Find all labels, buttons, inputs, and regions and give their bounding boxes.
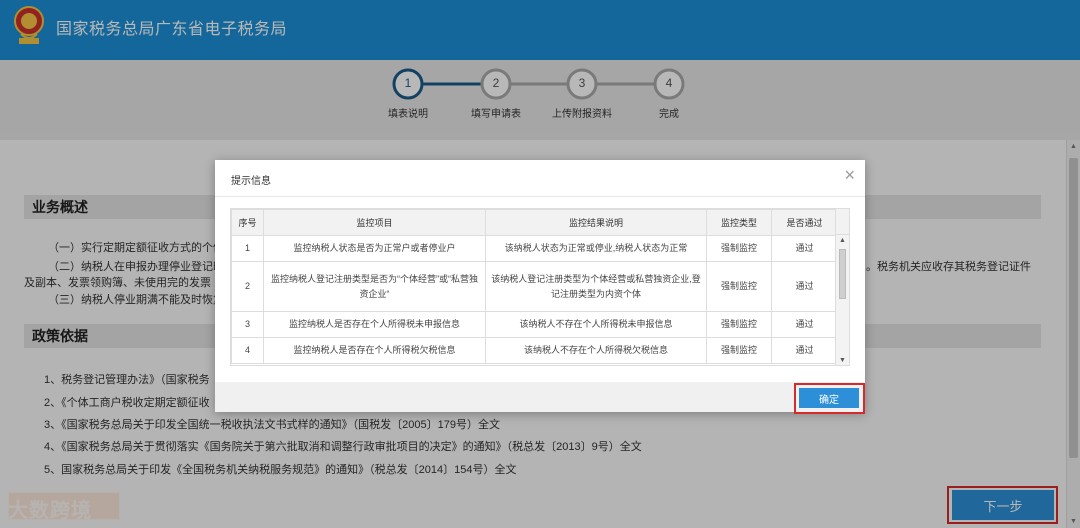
table-row: 4 监控纳税人是否存在个人所得税欠税信息 该纳税人不存在个人所得税欠税信息 强制…: [231, 337, 838, 364]
table-cell: 该纳税人登记注册类型为个体经营或私营独资企业,登记注册类型为内资个体: [485, 261, 707, 312]
table-cell: 该纳税人不存在个人所得税欠税信息: [485, 337, 707, 364]
table-row: 2 监控纳税人登记注册类型是否为“个体经营”或“私营独资企业“ 该纳税人登记注册…: [231, 261, 838, 312]
table-cell: 强制监控: [706, 337, 772, 364]
table-cell: 强制监控: [706, 311, 772, 338]
dialog-divider: [215, 196, 865, 197]
table-cell: 监控纳税人是否存在个人所得税未申报信息: [263, 311, 486, 338]
table-cell: 通过: [771, 235, 838, 262]
column-header: 序号: [231, 209, 264, 236]
table-header-pad: [835, 209, 849, 235]
column-header: 监控结果说明: [485, 209, 707, 236]
arrow-down-icon[interactable]: ▼: [839, 357, 846, 364]
column-header: 监控类型: [706, 209, 772, 236]
table-cell: 监控纳税人状态是否为正常户或者停业户: [263, 235, 486, 262]
table-cell: 通过: [771, 261, 838, 312]
close-icon[interactable]: ×: [844, 166, 855, 184]
table-cell: 监控纳税人登记注册类型是否为“个体经营”或“私营独资企业“: [263, 261, 486, 312]
table-cell: 监控纳税人是否存在个人所得税欠税信息: [263, 337, 486, 364]
dialog-footer: [215, 382, 865, 412]
confirm-button-highlight: [794, 383, 865, 414]
table-cell: 3: [231, 311, 264, 338]
table-cell: 该纳税人状态为正常或停业,纳税人状态为正常: [485, 235, 707, 262]
dialog-title: 提示信息: [231, 176, 271, 187]
table-row: 3 监控纳税人是否存在个人所得税未申报信息 该纳税人不存在个人所得税未申报信息 …: [231, 311, 838, 338]
info-dialog: 提示信息 × 序号 监控项目 监控结果说明 监控类型 是否通过 1 监控纳税人状…: [215, 160, 865, 412]
table-cell: 强制监控: [706, 235, 772, 262]
table-cell: 1: [231, 235, 264, 262]
table-header-row: 序号 监控项目 监控结果说明 监控类型 是否通过: [231, 209, 838, 236]
table-cell: 2: [231, 261, 264, 312]
table-cell: 通过: [771, 337, 838, 364]
column-header: 是否通过: [771, 209, 838, 236]
table-cell: 强制监控: [706, 261, 772, 312]
arrow-up-icon[interactable]: ▲: [839, 237, 846, 244]
table-scroll-thumb[interactable]: [839, 249, 846, 299]
monitor-table: 序号 监控项目 监控结果说明 监控类型 是否通过 1 监控纳税人状态是否为正常户…: [230, 208, 850, 366]
table-cell: 4: [231, 337, 264, 364]
table-row: 1 监控纳税人状态是否为正常户或者停业户 该纳税人状态为正常或停业,纳税人状态为…: [231, 235, 838, 262]
table-cell: 通过: [771, 311, 838, 338]
table-cell: 该纳税人不存在个人所得税未申报信息: [485, 311, 707, 338]
table-scrollbar[interactable]: ▲ ▼: [835, 235, 849, 365]
column-header: 监控项目: [263, 209, 486, 236]
